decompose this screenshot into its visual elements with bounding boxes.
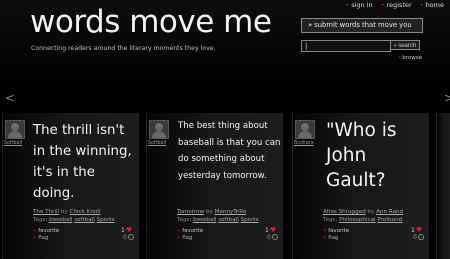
circle-icon (127, 234, 134, 240)
site-header: words move me Connecting readers around … (0, 0, 450, 90)
username-link[interactable]: Softball (4, 141, 22, 146)
tag-list: Tags: baseball softball Sports (177, 217, 258, 223)
tag-link[interactable]: softball (218, 217, 239, 223)
favorite-label: favorite (38, 228, 60, 234)
home-link[interactable]: home (426, 1, 444, 9)
avatar[interactable] (295, 120, 315, 139)
favorite-count: 1♥ (121, 226, 132, 234)
bullet-icon: • (345, 1, 350, 9)
favorite-count: 1♥ (265, 226, 276, 234)
search-input[interactable] (301, 40, 391, 52)
flag-count: 0 (413, 234, 424, 241)
tags-label: Tags: (33, 217, 48, 223)
chevron-right-icon[interactable]: > (444, 91, 450, 105)
flag-count-value: 0 (267, 234, 271, 241)
quote-text[interactable]: The best thing about baseball is that yo… (178, 118, 282, 184)
submit-words-button[interactable]: » submit words that move you (301, 18, 423, 33)
flag-count: 0 (123, 234, 134, 241)
favorite-link[interactable]: • favorite (323, 228, 349, 234)
flag-link[interactable]: • flag (323, 235, 338, 241)
bullet-icon: • (380, 1, 385, 9)
tags-label: Tags: (177, 217, 192, 223)
author-link[interactable]: Chick Knoll (70, 209, 101, 215)
sign-in-link[interactable]: sign in (351, 1, 372, 9)
by-label: by (60, 209, 68, 215)
flag-label: flag (38, 235, 49, 241)
username-link[interactable]: Softball (148, 141, 166, 146)
quote-card: Softball The thrill isn't in the winning… (2, 113, 139, 259)
book-title-link[interactable]: Atlas Shrugged (323, 209, 366, 215)
bullet-icon: • (177, 228, 181, 234)
author-link[interactable]: Ann Rand (376, 209, 403, 215)
flag-link[interactable]: • flag (33, 235, 48, 241)
site-logo[interactable]: words move me (30, 4, 272, 40)
flag-count-value: 0 (123, 234, 127, 241)
quote-card: Softball The best thing about baseball i… (146, 113, 283, 259)
bullet-icon: • (419, 1, 424, 9)
flag-link[interactable]: • flag (177, 235, 192, 241)
tag-link[interactable]: Philosophical (339, 217, 376, 223)
quote-card (436, 113, 450, 259)
favorite-link[interactable]: • favorite (177, 228, 203, 234)
tag-list: Tags: baseball softball Sports (33, 217, 114, 223)
heart-icon: ♥ (269, 226, 277, 234)
site-tagline: Connecting readers around the literary m… (31, 45, 216, 52)
username-link[interactable]: Bookara (294, 141, 314, 146)
book-meta: The Thrill by Chick Knoll (33, 209, 100, 215)
submit-words-label: submit words that move you (314, 21, 412, 29)
search-button[interactable]: » search (390, 40, 420, 50)
favorite-label: favorite (182, 228, 204, 234)
favorite-count: 1♥ (411, 226, 422, 234)
tag-link[interactable]: Sports (97, 217, 115, 223)
circle-icon (417, 234, 424, 240)
heart-icon: ♥ (415, 226, 423, 234)
search-button-label: search (398, 43, 417, 49)
bullet-icon: • (33, 228, 37, 234)
favorite-count-value: 1 (265, 227, 269, 234)
author-link[interactable]: MannyTrillo (215, 209, 247, 215)
arrow-right-icon: » (393, 43, 397, 49)
book-title-link[interactable]: Tomorrow (177, 209, 204, 215)
favorite-count-value: 1 (411, 227, 415, 234)
by-label: by (367, 209, 375, 215)
tag-link[interactable]: Profound (377, 217, 402, 223)
favorite-label: favorite (328, 228, 350, 234)
flag-label: flag (182, 235, 193, 241)
by-label: by (205, 209, 213, 215)
bullet-icon: • (323, 235, 327, 241)
browse-label: browse (402, 55, 422, 61)
book-meta: Tomorrow by MannyTrillo (177, 209, 246, 215)
book-title-link[interactable]: The Thrill (33, 209, 59, 215)
register-link[interactable]: register (387, 1, 412, 9)
tag-link[interactable]: Sports (241, 217, 259, 223)
tag-link[interactable]: baseball (49, 217, 72, 223)
arrow-right-icon: » (308, 21, 313, 29)
chevron-left-icon[interactable]: < (5, 91, 15, 105)
quote-card: Bookara "Who is John Gault? Atlas Shrugg… (292, 113, 429, 259)
heart-icon: ♥ (125, 226, 133, 234)
quote-text[interactable]: The thrill isn't in the winning, it's in… (33, 120, 139, 204)
circle-icon (271, 234, 278, 240)
favorite-link[interactable]: • favorite (33, 228, 59, 234)
tag-link[interactable]: softball (74, 217, 95, 223)
browse-link[interactable]: •browse (398, 55, 422, 61)
quote-text[interactable]: "Who is John Gault? (326, 118, 426, 193)
tags-label: Tags: (323, 217, 338, 223)
book-meta: Atlas Shrugged by Ann Rand (323, 209, 403, 215)
top-nav: • sign in • register • home (339, 1, 444, 9)
bullet-icon: • (398, 55, 402, 61)
avatar[interactable] (149, 120, 169, 139)
flag-count: 0 (267, 234, 278, 241)
bullet-icon: • (323, 228, 327, 234)
flag-label: flag (328, 235, 339, 241)
favorite-count-value: 1 (121, 227, 125, 234)
avatar[interactable] (5, 120, 25, 139)
bullet-icon: • (177, 235, 181, 241)
flag-count-value: 0 (413, 234, 417, 241)
tag-link[interactable]: baseball (193, 217, 216, 223)
tag-list: Tags: Philosophical Profound (323, 217, 402, 223)
bullet-icon: • (33, 235, 37, 241)
